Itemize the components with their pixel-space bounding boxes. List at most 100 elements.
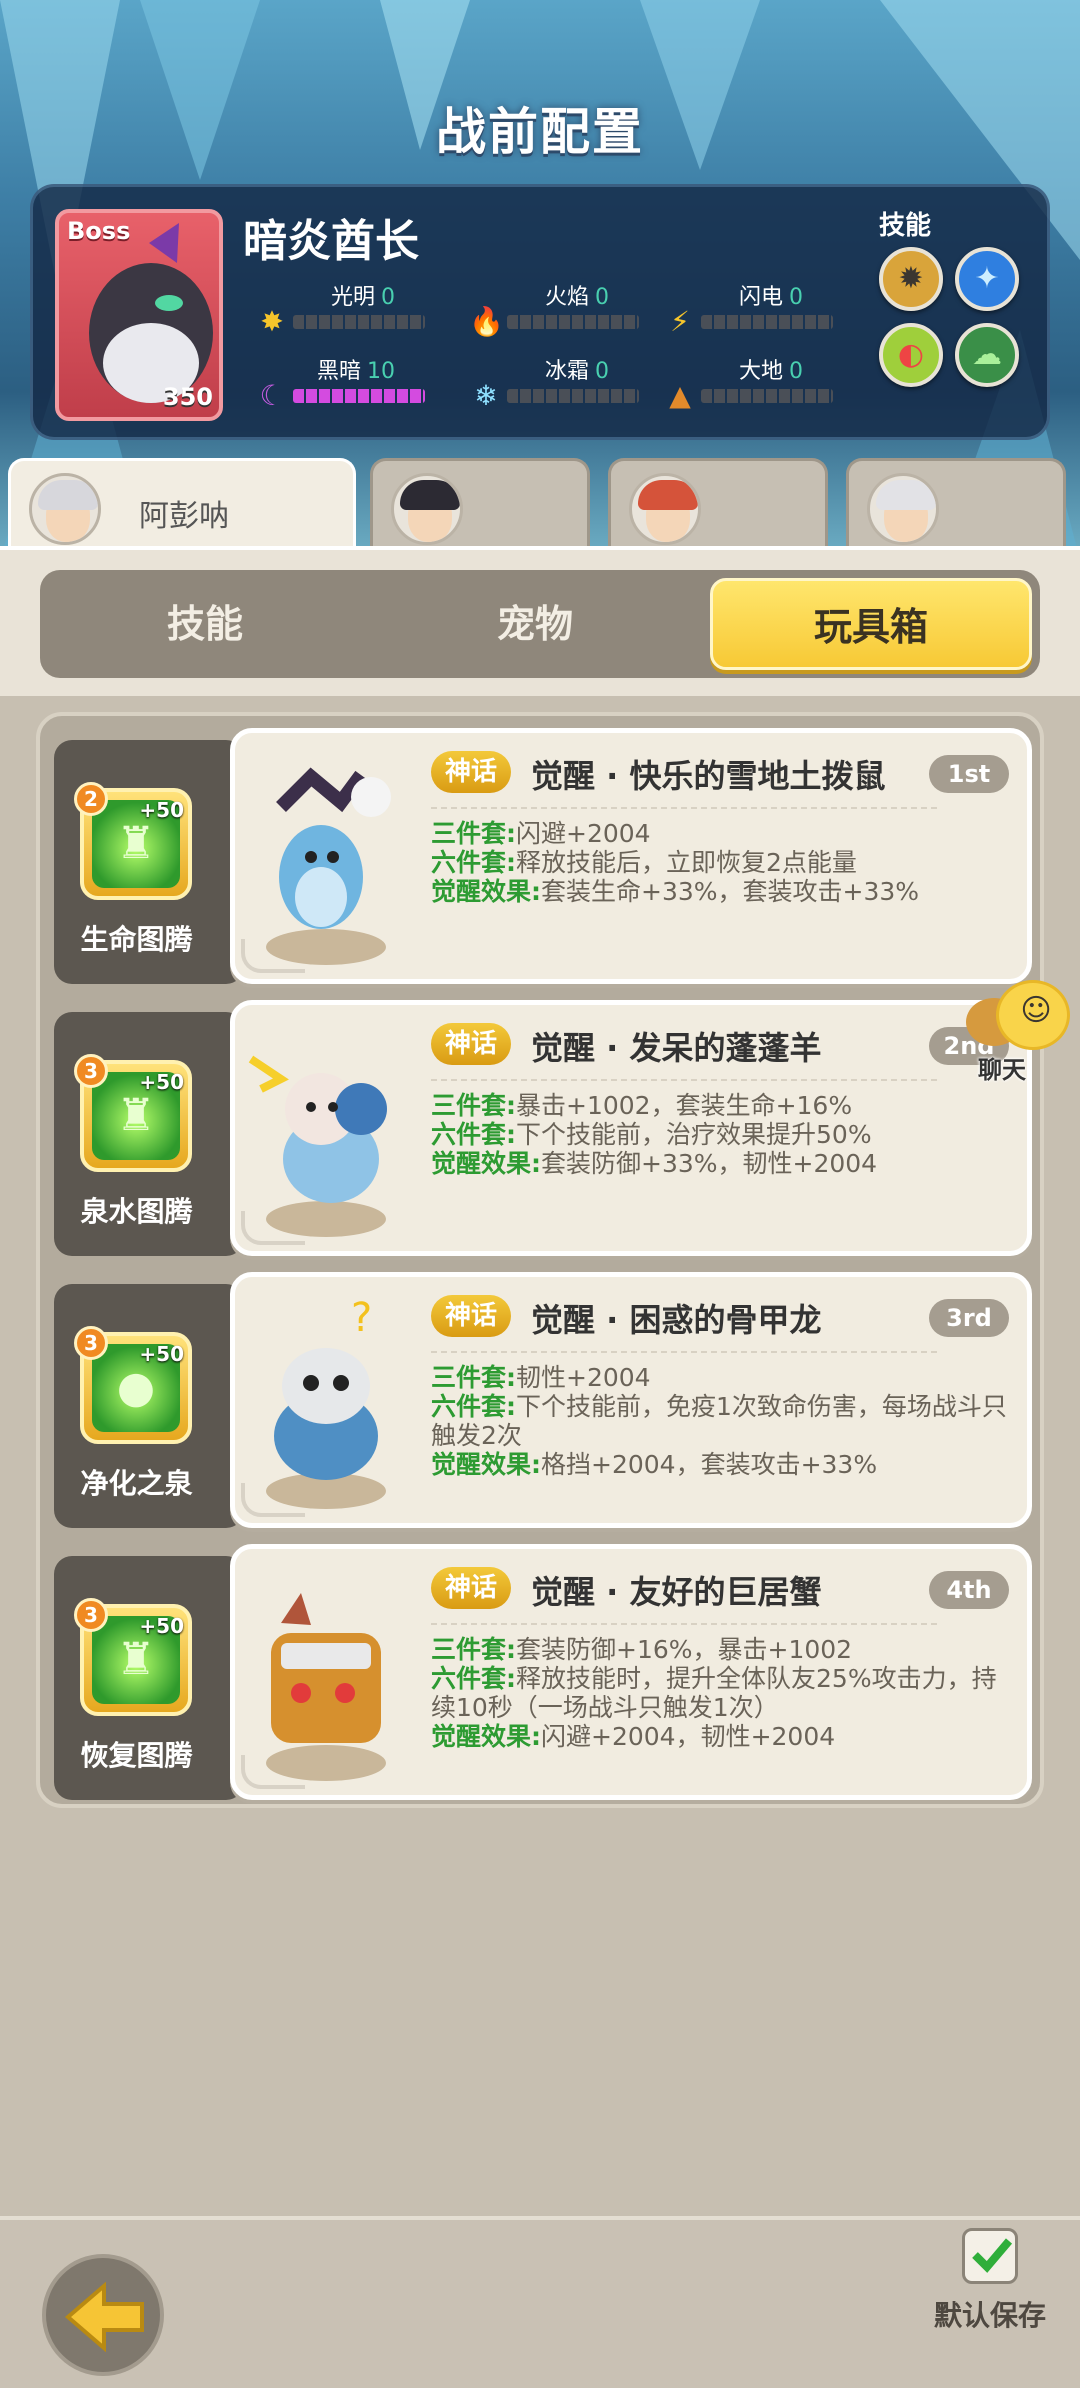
element-bar-full (293, 389, 425, 403)
skill-icon-ice-slash[interactable]: ✦ (955, 247, 1019, 311)
element-bar (507, 389, 639, 403)
divider (431, 1079, 937, 1081)
chat-smiley-icon: ☺ (996, 980, 1070, 1050)
element-frost: ❄ 冰霜 0 (469, 353, 649, 413)
tab-skills[interactable]: 技能 (40, 570, 370, 678)
hero-tab-4[interactable] (846, 458, 1066, 548)
toy-card[interactable]: 神话 觉醒 · 友好的巨居蟹 4th 三件套:套装防御+16%，暴击+1002 … (230, 1544, 1032, 1800)
divider (431, 807, 937, 809)
skill-icon-poison-cloud[interactable]: ☁ (955, 323, 1019, 387)
effect-6set: 六件套:下个技能前，免疫1次致命伤害，每场战斗只触发2次 (431, 1392, 1007, 1450)
element-earth: ▲ 大地 0 (663, 353, 843, 413)
totem-level-badge: 3 (74, 1054, 108, 1088)
effect-3set: 三件套:闪避+2004 (431, 819, 651, 848)
checkmark-icon (972, 2238, 1013, 2273)
toy-card[interactable]: ? 神话 觉醒 · 困惑的骨甲龙 3rd 三件套:韧性+2004 六件套:下个技… (230, 1272, 1032, 1528)
effect-3set: 三件套:韧性+2004 (431, 1363, 651, 1392)
effect-3set: 三件套:暴击+1002，套装生命+16% (431, 1091, 853, 1120)
skills-label: 技能 (879, 211, 932, 241)
effect-6set: 六件套:释放技能后，立即恢复2点能量 (431, 848, 857, 877)
hero-tab-1[interactable]: 阿彭呐 (8, 458, 356, 548)
set-effects: 三件套:闪避+2004 六件套:释放技能后，立即恢复2点能量 觉醒效果:套装生命… (431, 819, 1011, 906)
toy-row[interactable]: ♜ 2 +50 生命图腾 神话 觉醒 · 快乐的雪地土拨鼠 1st 三件套:闪避… (54, 728, 1032, 984)
effect-awaken: 觉醒效果:套装防御+33%，韧性+2004 (431, 1149, 878, 1178)
lightning-icon: ⚡ (670, 305, 690, 338)
set-effects: 三件套:套装防御+16%，暴击+1002 六件套:释放技能时，提升全体队友25%… (431, 1635, 1011, 1751)
effect-3set: 三件套:套装防御+16%，暴击+1002 (431, 1635, 853, 1664)
totem-bonus: +50 (139, 1342, 184, 1366)
skill-icon-earth-claw[interactable]: ✹ (879, 247, 943, 311)
totem-slot[interactable]: ♜ 3 +50 泉水图腾 (54, 1012, 244, 1256)
page-title: 战前配置 (436, 103, 644, 161)
rarity-badge: 神话 (431, 751, 512, 793)
toy-title: 觉醒 · 快乐的雪地土拨鼠 (531, 757, 886, 795)
totem-bonus: +50 (139, 1614, 184, 1638)
totem-level-badge: 2 (74, 782, 108, 816)
divider (431, 1623, 937, 1625)
totem-slot[interactable]: ● 3 +50 净化之泉 (54, 1284, 244, 1528)
toy-title: 觉醒 · 发呆的蓬蓬羊 (531, 1029, 822, 1067)
category-tab-bar: 技能 宠物 玩具箱 (40, 570, 1040, 678)
element-light: ✸ 光明 0 (255, 279, 435, 339)
giant-crab-art (266, 1593, 386, 1781)
chat-button[interactable]: ☺ 聊天 (962, 980, 1078, 1090)
toy-row[interactable]: ♜ 3 +50 泉水图腾 神话 觉醒 · 发呆的蓬蓬羊 2nd 三件套:暴击+1… (54, 1000, 1032, 1256)
totem-icon: ● 3 +50 (74, 1326, 192, 1444)
rarity-badge: 神话 (431, 1295, 512, 1337)
tab-pets[interactable]: 宠物 (370, 570, 700, 678)
boss-portrait[interactable]: Boss 350 (55, 209, 223, 421)
toy-card[interactable]: 神话 觉醒 · 发呆的蓬蓬羊 2nd 三件套:暴击+1002，套装生命+16% … (230, 1000, 1032, 1256)
totem-slot[interactable]: ♜ 3 +50 恢复图腾 (54, 1556, 244, 1800)
set-effects: 三件套:韧性+2004 六件套:下个技能前，免疫1次致命伤害，每场战斗只触发2次… (431, 1363, 1011, 1479)
boss-level: 350 (162, 383, 213, 411)
back-button[interactable] (42, 2254, 164, 2376)
element-fire: 🔥 火焰 0 (469, 279, 649, 339)
default-save-checkbox[interactable] (962, 2228, 1018, 2284)
toy-title: 觉醒 · 困惑的骨甲龙 (531, 1301, 822, 1339)
hero-tab-2[interactable] (370, 458, 590, 548)
element-bar (701, 389, 833, 403)
element-bar (701, 315, 833, 329)
hero-avatar (867, 473, 939, 545)
category-strip: 技能 宠物 玩具箱 (0, 546, 1080, 696)
moon-icon: ☾ (259, 379, 285, 412)
default-save-label: 默认保存 (934, 2299, 1047, 2332)
toy-title: 觉醒 · 友好的巨居蟹 (531, 1573, 822, 1611)
totem-bonus: +50 (139, 1070, 184, 1094)
effect-awaken: 觉醒效果:闪避+2004，韧性+2004 (431, 1722, 836, 1751)
toy-card[interactable]: 神话 觉醒 · 快乐的雪地土拨鼠 1st 三件套:闪避+2004 六件套:释放技… (230, 728, 1032, 984)
hero-avatar (391, 473, 463, 545)
element-lightning: ⚡ 闪电 0 (663, 279, 843, 339)
divider (431, 1351, 937, 1353)
boss-info-panel: Boss 350 暗炎酋长 ✸ 光明 0 🔥 火焰 0 ⚡ 闪电 0 ☾ 黑暗 10 ❄… (30, 184, 1050, 440)
rank-badge: 4th (929, 1571, 1009, 1609)
rarity-badge: 神话 (431, 1567, 512, 1609)
totem-slot[interactable]: ♜ 2 +50 生命图腾 (54, 740, 244, 984)
effect-awaken: 觉醒效果:格挡+2004，套装攻击+33% (431, 1450, 878, 1479)
toy-row[interactable]: ● 3 +50 净化之泉 ? 神话 觉醒 · 困惑的骨甲龙 3rd 三件套:韧性… (54, 1272, 1032, 1528)
tab-toybox[interactable]: 玩具箱 (710, 578, 1032, 670)
rank-badge: 3rd (929, 1299, 1009, 1337)
boss-tag: Boss (67, 217, 131, 245)
totem-bonus: +50 (139, 798, 184, 822)
element-dark: ☾ 黑暗 10 (255, 353, 435, 413)
rank-badge: 1st (929, 755, 1009, 793)
snowflake-icon: ❄ (474, 379, 498, 412)
effect-awaken: 觉醒效果:套装生命+33%，套装攻击+33% (431, 877, 920, 906)
sun-icon: ✸ (260, 305, 284, 338)
hero-tab-3[interactable] (608, 458, 828, 548)
totem-name: 净化之泉 (80, 1467, 193, 1500)
toy-row[interactable]: ♜ 3 +50 恢复图腾 神话 觉醒 · 友好的巨居蟹 4th 三件套:套装防御… (54, 1544, 1032, 1800)
totem-name: 泉水图腾 (80, 1195, 193, 1228)
flame-icon: 🔥 (469, 305, 504, 338)
fluffy-sheep-art (248, 1055, 387, 1237)
bottom-bar: 默认保存 (0, 2216, 1080, 2388)
element-bar (293, 315, 425, 329)
element-bar (507, 315, 639, 329)
skill-icon-bite[interactable]: ◐ (879, 323, 943, 387)
totem-name: 生命图腾 (80, 923, 193, 956)
totem-icon: ♜ 3 +50 (74, 1054, 192, 1172)
back-arrow-icon (64, 2282, 144, 2352)
boss-name: 暗炎酋长 (243, 216, 419, 267)
totem-icon: ♜ 3 +50 (74, 1598, 192, 1716)
